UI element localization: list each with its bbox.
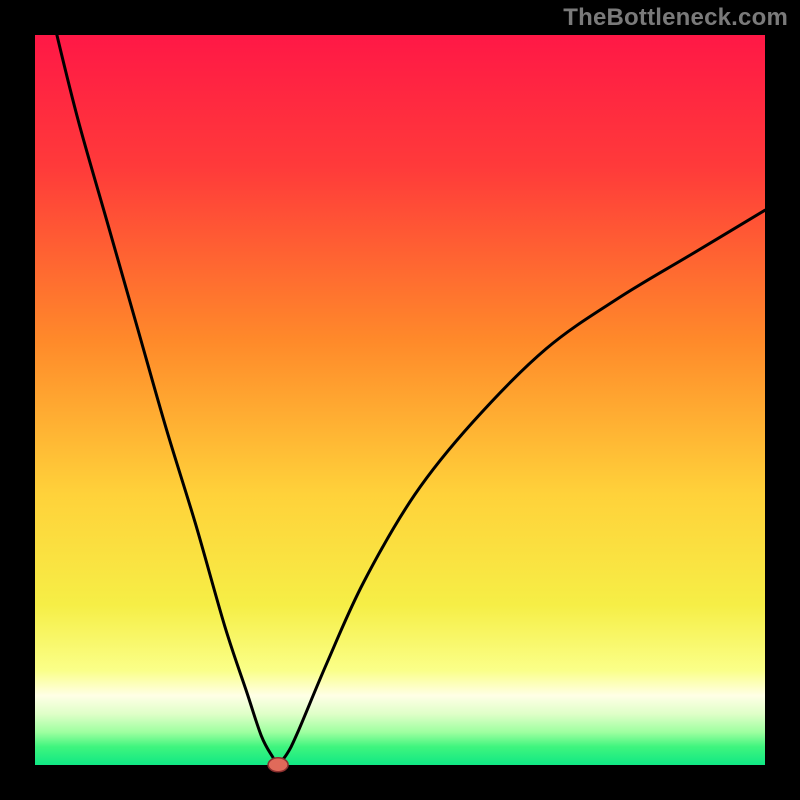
plot-background	[35, 35, 765, 765]
optimal-marker	[268, 758, 288, 772]
chart-frame: TheBottleneck.com	[0, 0, 800, 800]
bottleneck-chart	[0, 0, 800, 800]
